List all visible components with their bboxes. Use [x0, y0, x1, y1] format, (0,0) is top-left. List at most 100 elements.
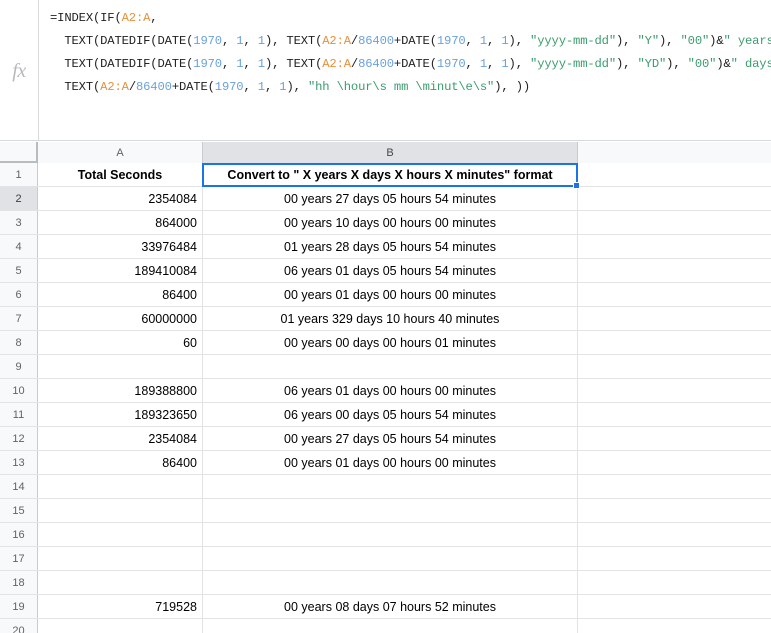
cell-A14[interactable]: [38, 475, 203, 498]
cell-C11[interactable]: [578, 403, 771, 426]
cell-C14[interactable]: [578, 475, 771, 498]
row-header-2[interactable]: 2: [0, 187, 38, 210]
cell-B17[interactable]: [203, 547, 578, 570]
row-header-6[interactable]: 6: [0, 283, 38, 306]
cell-C6[interactable]: [578, 283, 771, 306]
fx-button[interactable]: fx: [0, 0, 38, 141]
cell-C1[interactable]: [578, 163, 771, 186]
cell-A15[interactable]: [38, 499, 203, 522]
cell-B10[interactable]: 06 years 01 days 00 hours 00 minutes: [203, 379, 578, 402]
cell-B1[interactable]: Convert to " X years X days X hours X mi…: [203, 163, 578, 186]
cell-A5[interactable]: 189410084: [38, 259, 203, 282]
row-header-15[interactable]: 15: [0, 499, 38, 522]
cell-A17[interactable]: [38, 547, 203, 570]
cell-C16[interactable]: [578, 523, 771, 546]
cell-C15[interactable]: [578, 499, 771, 522]
cell-C13[interactable]: [578, 451, 771, 474]
row-header-17[interactable]: 17: [0, 547, 38, 570]
cell-A6[interactable]: 86400: [38, 283, 203, 306]
cell-A20[interactable]: [38, 619, 203, 633]
cell-A19[interactable]: 719528: [38, 595, 203, 618]
formula-token-plain: TEXT(DATEDIF(DATE(: [50, 34, 194, 48]
cell-A2[interactable]: 2354084: [38, 187, 203, 210]
cell-A9[interactable]: [38, 355, 203, 378]
cell-B16[interactable]: [203, 523, 578, 546]
cell-B11[interactable]: 06 years 00 days 05 hours 54 minutes: [203, 403, 578, 426]
formula-token-str: "yyyy-mm-dd": [530, 34, 617, 48]
row-header-10[interactable]: 10: [0, 379, 38, 402]
formula-token-str: "00": [680, 34, 710, 48]
formula-token-plain: )&: [709, 34, 724, 48]
cell-C17[interactable]: [578, 547, 771, 570]
formula-token-plain: ,: [150, 11, 158, 25]
cell-A10[interactable]: 189388800: [38, 379, 203, 402]
cell-A12[interactable]: 2354084: [38, 427, 203, 450]
cell-C10[interactable]: [578, 379, 771, 402]
row-header-3[interactable]: 3: [0, 211, 38, 234]
row-header-16[interactable]: 16: [0, 523, 38, 546]
formula-token-plain: +DATE(: [393, 34, 437, 48]
cell-B15[interactable]: [203, 499, 578, 522]
select-all-corner[interactable]: [0, 142, 38, 163]
row-header-8[interactable]: 8: [0, 331, 38, 354]
cell-A4[interactable]: 33976484: [38, 235, 203, 258]
cell-C8[interactable]: [578, 331, 771, 354]
cell-B8[interactable]: 00 years 00 days 00 hours 01 minutes: [203, 331, 578, 354]
spreadsheet-grid[interactable]: A B 1 Total Seconds Convert to " X years X…: [0, 142, 771, 633]
row-header-9[interactable]: 9: [0, 355, 38, 378]
formula-token-num: 1970: [193, 34, 222, 48]
row-header-20[interactable]: 20: [0, 619, 38, 633]
cell-C18[interactable]: [578, 571, 771, 594]
cell-A16[interactable]: [38, 523, 203, 546]
cell-B6[interactable]: 00 years 01 days 00 hours 00 minutes: [203, 283, 578, 306]
grid-row: 17: [0, 547, 771, 571]
row-header-19[interactable]: 19: [0, 595, 38, 618]
cell-B7[interactable]: 01 years 329 days 10 hours 40 minutes: [203, 307, 578, 330]
grid-row: 20: [0, 619, 771, 633]
cell-B19[interactable]: 00 years 08 days 07 hours 52 minutes: [203, 595, 578, 618]
cell-C2[interactable]: [578, 187, 771, 210]
cell-B18[interactable]: [203, 571, 578, 594]
row-header-13[interactable]: 13: [0, 451, 38, 474]
row-header-12[interactable]: 12: [0, 427, 38, 450]
cell-A11[interactable]: 189323650: [38, 403, 203, 426]
row-header-7[interactable]: 7: [0, 307, 38, 330]
cell-B12[interactable]: 00 years 27 days 05 hours 54 minutes: [203, 427, 578, 450]
spreadsheet-app: fx =INDEX(IF(A2:A, TEXT(DATEDIF(DATE(197…: [0, 0, 771, 633]
cell-C19[interactable]: [578, 595, 771, 618]
row-header-5[interactable]: 5: [0, 259, 38, 282]
cell-A13[interactable]: 86400: [38, 451, 203, 474]
cell-C12[interactable]: [578, 427, 771, 450]
cell-C3[interactable]: [578, 211, 771, 234]
cell-A3[interactable]: 864000: [38, 211, 203, 234]
cell-B13[interactable]: 00 years 01 days 00 hours 00 minutes: [203, 451, 578, 474]
formula-line: =INDEX(IF(A2:A,: [50, 7, 771, 30]
column-header-b[interactable]: B: [203, 142, 578, 163]
formula-token-plain: ,: [221, 57, 237, 71]
cell-B9[interactable]: [203, 355, 578, 378]
cell-C5[interactable]: [578, 259, 771, 282]
formula-input[interactable]: =INDEX(IF(A2:A, TEXT(DATEDIF(DATE(1970, …: [39, 0, 771, 141]
cell-B5[interactable]: 06 years 01 days 05 hours 54 minutes: [203, 259, 578, 282]
cell-A18[interactable]: [38, 571, 203, 594]
formula-token-plain: ,: [243, 57, 258, 71]
cell-C4[interactable]: [578, 235, 771, 258]
cell-C20[interactable]: [578, 619, 771, 633]
cell-B20[interactable]: [203, 619, 578, 633]
cell-A1[interactable]: Total Seconds: [38, 163, 203, 186]
row-header-4[interactable]: 4: [0, 235, 38, 258]
cell-A7[interactable]: 60000000: [38, 307, 203, 330]
cell-B3[interactable]: 00 years 10 days 00 hours 00 minutes: [203, 211, 578, 234]
cell-A8[interactable]: 60: [38, 331, 203, 354]
row-header-18[interactable]: 18: [0, 571, 38, 594]
column-header-c[interactable]: [578, 142, 771, 163]
column-header-a[interactable]: A: [38, 142, 203, 163]
row-header-11[interactable]: 11: [0, 403, 38, 426]
cell-C7[interactable]: [578, 307, 771, 330]
row-header-14[interactable]: 14: [0, 475, 38, 498]
cell-B14[interactable]: [203, 475, 578, 498]
cell-B4[interactable]: 01 years 28 days 05 hours 54 minutes: [203, 235, 578, 258]
cell-C9[interactable]: [578, 355, 771, 378]
cell-B2[interactable]: 00 years 27 days 05 hours 54 minutes: [203, 187, 578, 210]
row-header-1[interactable]: 1: [0, 163, 38, 186]
